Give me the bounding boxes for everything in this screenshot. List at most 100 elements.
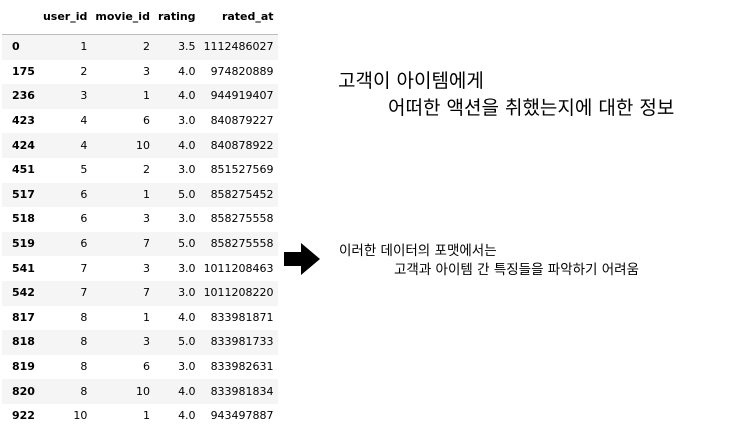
movie-id-cell: 7: [142, 237, 150, 251]
movie-id-cell: 3: [142, 64, 150, 78]
table-row: 817 8 1 4.0 833981871: [2, 305, 278, 331]
rated-at-cell: 858275558: [210, 237, 274, 251]
row-index-cell: 541: [12, 261, 35, 275]
right-arrow-icon: [284, 243, 320, 275]
movie-id-cell: 7: [142, 286, 150, 300]
movie-id-cell: 3: [142, 335, 150, 349]
movie-id-cell: 1: [142, 409, 150, 423]
table-row: 519 6 7 5.0 858275558: [2, 231, 278, 257]
rated-at-cell: 833982631: [210, 360, 274, 374]
table-row: 819 8 6 3.0 833982631: [2, 354, 278, 380]
table-body: 0 1 2 3.5 1112486027 175 2 3 4.0 974820889 236 3 1 4.…: [2, 34, 278, 429]
table-row: 236 3 1 4.0 944919407: [2, 84, 278, 109]
user-id-cell: 7: [80, 286, 88, 300]
rating-cell: 4.0: [178, 384, 196, 398]
rated-at-cell: 974820889: [210, 64, 274, 78]
rated-at-cell: 858275558: [210, 212, 274, 226]
row-index-cell: 542: [12, 286, 35, 300]
movie-id-cell: 1: [142, 310, 150, 324]
movie-id-cell: 6: [142, 360, 150, 374]
rated-at-cell: 833981871: [210, 310, 274, 324]
rating-cell: 4.0: [178, 138, 196, 152]
note-top-line2: 어떠한 액션을 취했는지에 대한 정보: [388, 97, 675, 119]
table-row: 518 6 3 3.0 858275558: [2, 207, 278, 232]
user-id-cell: 8: [80, 360, 88, 374]
table-row: 820 8 10 4.0 833981834: [2, 379, 278, 404]
rated-at-cell: 1112486027: [203, 40, 274, 54]
table-row: 818 8 3 5.0 833981733: [2, 330, 278, 355]
table-row: 423 4 6 3.0 840879227: [2, 108, 278, 134]
rated-at-cell: 851527569: [210, 163, 274, 177]
rating-cell: 3.0: [178, 212, 196, 226]
movie-id-cell: 10: [135, 138, 150, 152]
rated-at-cell: 840879227: [210, 114, 274, 128]
note-bottom-line1: 이러한 데이터의 포맷에서는: [339, 243, 497, 259]
rating-cell: 3.0: [178, 261, 196, 275]
table-row: 0 1 2 3.5 1112486027: [2, 34, 278, 60]
row-index-cell: 424: [12, 138, 35, 152]
rating-header: rating: [153, 0, 200, 35]
note-top-line1: 고객이 아이템에게: [338, 70, 484, 92]
row-index-cell: 518: [12, 212, 35, 226]
row-index-cell: 820: [12, 384, 35, 398]
rating-cell: 3.0: [178, 286, 196, 300]
interaction-data-note: 고객이 아이템에게 어떠한 액션을 취했는지에 대한 정보: [338, 68, 674, 122]
rating-cell: 5.0: [178, 335, 196, 349]
index-header: [2, 0, 39, 35]
row-index-cell: 236: [12, 89, 35, 103]
rating-cell: 5.0: [178, 237, 196, 251]
row-index-cell: 922: [12, 409, 35, 423]
user-id-cell: 2: [80, 64, 88, 78]
user-id-cell: 3: [80, 89, 88, 103]
table-row: 451 5 2 3.0 851527569: [2, 157, 278, 183]
format-limitation-note: 이러한 데이터의 포맷에서는 고객과 아이템 간 특징들을 파악하기 어려움: [339, 242, 639, 280]
ratings-table: user_id movie_id rating rated_at 0 1 2 3.5 1…: [2, 0, 278, 429]
rating-cell: 4.0: [178, 64, 196, 78]
table-row: 922 10 1 4.0 943497887: [2, 403, 278, 429]
header-row: user_id movie_id rating rated_at: [2, 0, 278, 35]
note-bottom-line2: 고객과 아이템 간 특징들을 파악하기 어려움: [394, 262, 640, 278]
movie-id-cell: 10: [135, 384, 150, 398]
user-id-cell: 6: [80, 187, 88, 201]
rated-at-cell: 833981733: [210, 335, 274, 349]
rated-at-cell: 858275452: [210, 187, 274, 201]
rated-at-cell: 943497887: [210, 409, 274, 423]
user-id-cell: 8: [80, 384, 88, 398]
movie-id-header: movie_id: [91, 0, 154, 35]
movie-id-cell: 2: [142, 163, 150, 177]
rating-cell: 4.0: [178, 310, 196, 324]
movie-id-cell: 1: [142, 89, 150, 103]
table-row: 542 7 7 3.0 1011208220: [2, 280, 278, 306]
row-index-cell: 818: [12, 335, 35, 349]
table-row: 424 4 10 4.0 840878922: [2, 133, 278, 158]
row-index-cell: 451: [12, 163, 35, 177]
movie-id-cell: 3: [142, 212, 150, 226]
rating-cell: 3.0: [178, 114, 196, 128]
rating-cell: 3.0: [178, 360, 196, 374]
row-index-cell: 817: [12, 310, 35, 324]
table-row: 517 6 1 5.0 858275452: [2, 182, 278, 208]
rating-cell: 5.0: [178, 187, 196, 201]
user-id-cell: 8: [80, 310, 88, 324]
rating-cell: 3.0: [178, 163, 196, 177]
movie-id-cell: 3: [142, 261, 150, 275]
user-id-cell: 7: [80, 261, 88, 275]
user-id-cell: 10: [73, 409, 88, 423]
movie-id-cell: 1: [142, 187, 150, 201]
table-row: 175 2 3 4.0 974820889: [2, 59, 278, 85]
user-id-cell: 6: [80, 237, 88, 251]
row-index-cell: 175: [12, 64, 35, 78]
user-id-cell: 4: [80, 114, 88, 128]
rating-cell: 3.5: [178, 40, 196, 54]
rating-cell: 4.0: [178, 409, 196, 423]
row-index-cell: 423: [12, 114, 35, 128]
ratings-dataframe: user_id movie_id rating rated_at 0 1 2 3.5 1…: [2, 0, 278, 429]
movie-id-cell: 2: [142, 40, 150, 54]
rated-at-cell: 840878922: [210, 138, 274, 152]
user-id-cell: 1: [80, 40, 88, 54]
user-id-header: user_id: [38, 0, 92, 35]
rated-at-cell: 833981834: [210, 384, 274, 398]
rated-at-cell: 1011208220: [203, 286, 274, 300]
rating-cell: 4.0: [178, 89, 196, 103]
rated-at-header: rated_at: [199, 0, 278, 35]
